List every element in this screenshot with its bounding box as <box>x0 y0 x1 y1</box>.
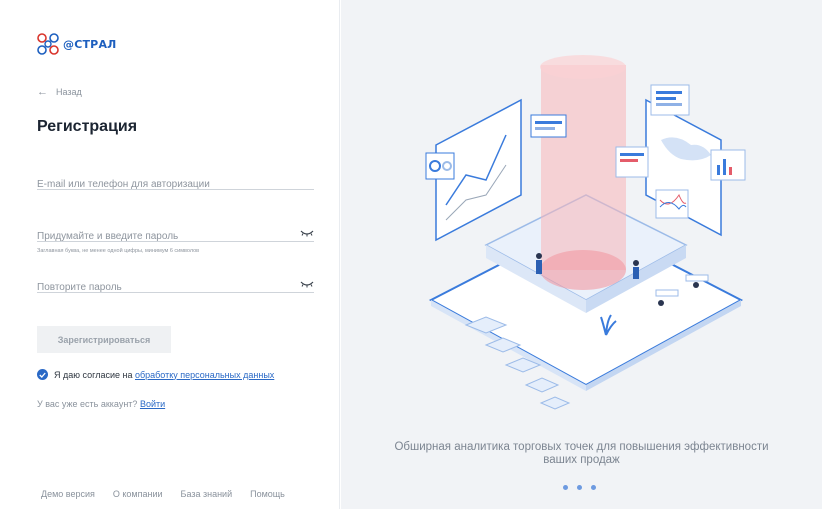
consent-text: Я даю согласие на <box>54 369 133 380</box>
login-input[interactable] <box>37 179 314 190</box>
consent-checkbox[interactable] <box>37 369 48 380</box>
repeat-password-input[interactable] <box>37 282 314 293</box>
footer-link-demo[interactable]: Демо версия <box>41 489 95 499</box>
analytics-illustration <box>425 55 746 410</box>
footer-link-knowledge[interactable]: База знаний <box>181 489 233 499</box>
register-button[interactable]: Зарегистрироваться <box>37 326 171 353</box>
promo-caption-line1: Обширная аналитика торговых точек для по… <box>394 441 769 453</box>
checkmark-icon <box>39 372 46 378</box>
back-label: Назад <box>56 87 82 97</box>
carousel-dot-2[interactable] <box>577 485 582 490</box>
logo-text: @СТРАЛ <box>63 37 117 51</box>
back-link[interactable]: ← Назад <box>37 86 82 98</box>
carousel-dot-1[interactable] <box>563 485 568 490</box>
repeat-field-wrapper <box>37 277 314 293</box>
eye-closed-icon[interactable] <box>300 228 314 238</box>
promo-panel: Обширная аналитика торговых точек для по… <box>341 0 822 509</box>
consent-row: Я даю согласие на обработку персональных… <box>37 369 274 380</box>
carousel-dot-3[interactable] <box>591 485 596 490</box>
account-row: У вас уже есть аккаунт? Войти <box>37 399 165 409</box>
login-field-wrapper <box>37 174 314 190</box>
personal-data-link[interactable]: обработку персональных данных <box>135 370 274 380</box>
carousel-dots <box>563 485 596 490</box>
eye-closed-icon[interactable] <box>300 279 314 289</box>
promo-caption-line2: ваших продаж <box>543 454 620 466</box>
promo-caption: Обширная аналитика торговых точек для по… <box>341 441 822 467</box>
arrow-left-icon: ← <box>37 86 48 98</box>
footer-nav: Демо версия О компании База знаний Помощ… <box>41 489 285 499</box>
footer-link-about[interactable]: О компании <box>113 489 163 499</box>
password-input[interactable] <box>37 231 314 242</box>
registration-panel: @СТРАЛ ← Назад Регистрация Заглавная бук… <box>0 0 340 509</box>
footer-link-help[interactable]: Помощь <box>250 489 285 499</box>
logo[interactable]: @СТРАЛ <box>37 33 117 55</box>
page-title: Регистрация <box>37 118 138 135</box>
login-link[interactable]: Войти <box>140 399 165 409</box>
astral-logo-icon <box>37 33 59 55</box>
account-text: У вас уже есть аккаунт? <box>37 399 138 409</box>
password-field-wrapper <box>37 226 314 242</box>
password-hint: Заглавная буква, не менее одной цифры, м… <box>37 248 200 254</box>
